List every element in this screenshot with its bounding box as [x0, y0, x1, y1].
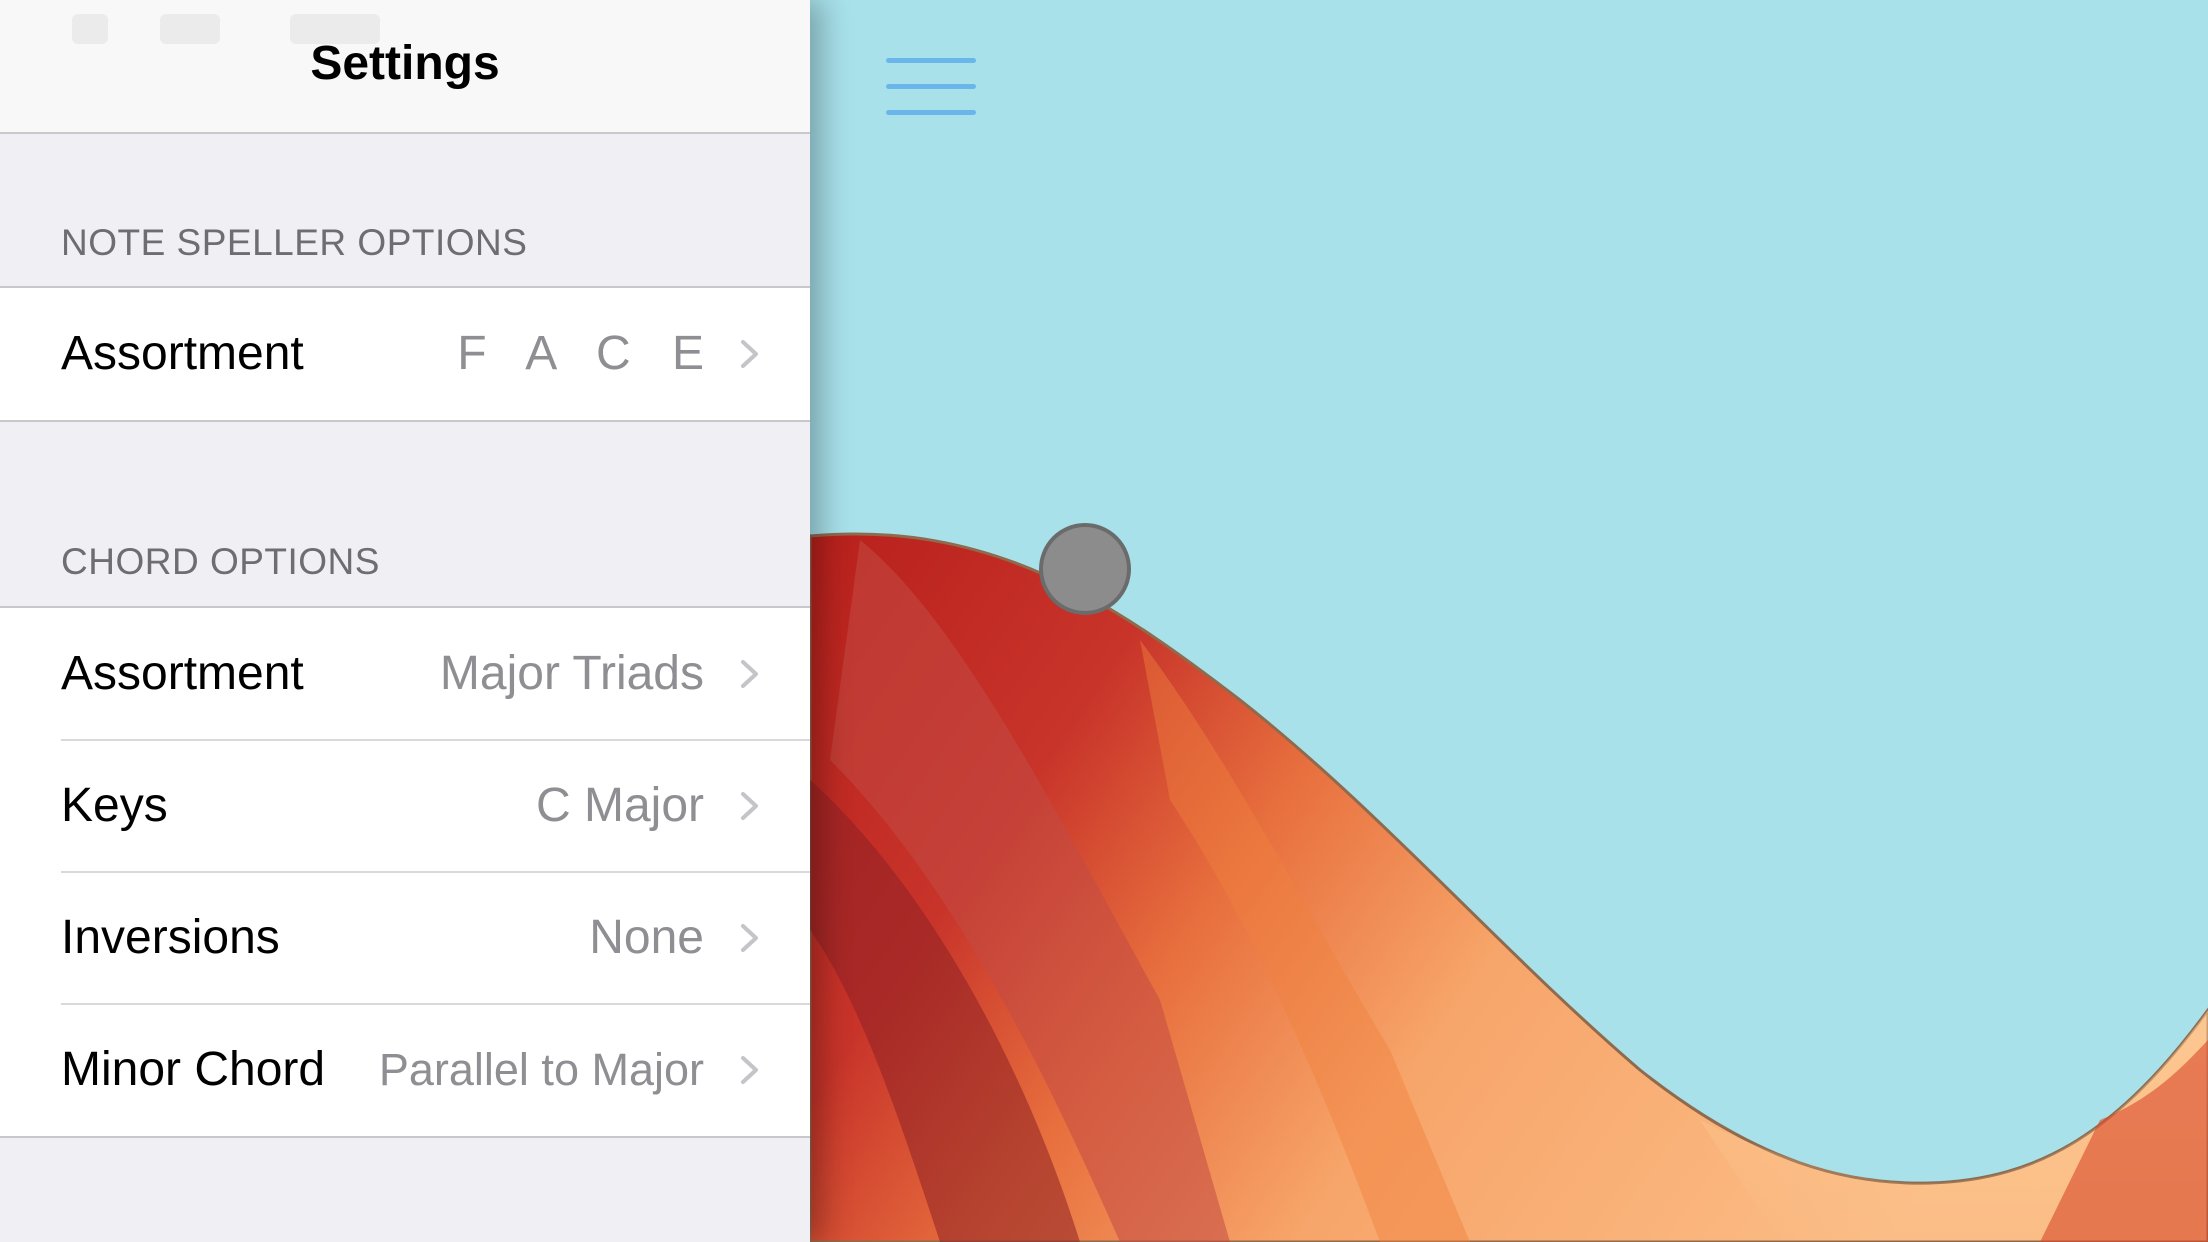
hamburger-menu-button[interactable]: [880, 56, 976, 118]
chord-keys-row[interactable]: Keys C Major: [0, 739, 810, 872]
row-value: None: [589, 911, 704, 964]
section-header-note-speller: NOTE SPELLER OPTIONS: [61, 222, 528, 263]
row-value: Major Triads: [439, 647, 704, 700]
chevron-right-icon: [741, 924, 758, 952]
chord-options-group: Assortment Major Triads Keys C Major Inv…: [0, 606, 810, 1138]
row-label: Assortment: [61, 647, 304, 700]
chord-inversions-row[interactable]: Inversions None: [0, 871, 810, 1004]
row-label: Inversions: [61, 911, 280, 964]
row-label: Keys: [61, 779, 168, 832]
row-label: Assortment: [61, 327, 304, 380]
settings-panel: Settings NOTE SPELLER OPTIONS Assortment…: [0, 0, 810, 1242]
row-value: F A C E: [457, 327, 718, 380]
hamburger-menu-icon-bar: [886, 84, 976, 89]
note-speller-group: Assortment F A C E: [0, 286, 810, 422]
row-value: C Major: [535, 779, 704, 832]
section-header-chord-options: CHORD OPTIONS: [61, 541, 380, 582]
navigation-bar: Settings: [0, 0, 810, 134]
chevron-right-icon: [741, 340, 758, 368]
chevron-right-icon: [741, 1056, 758, 1084]
hamburger-menu-icon: [886, 58, 976, 63]
chord-assortment-row[interactable]: Assortment Major Triads: [0, 608, 810, 740]
ball-icon: [1039, 523, 1131, 615]
chevron-right-icon: [741, 660, 758, 688]
row-value: Parallel to Major: [378, 1044, 704, 1095]
page-title: Settings: [310, 37, 500, 90]
chord-minor-chord-row[interactable]: Minor Chord Parallel to Major: [0, 1003, 810, 1136]
row-label: Minor Chord: [61, 1043, 326, 1096]
note-speller-assortment-row[interactable]: Assortment F A C E: [0, 288, 810, 420]
hamburger-menu-icon-bar: [886, 110, 976, 115]
chevron-right-icon: [741, 792, 758, 820]
